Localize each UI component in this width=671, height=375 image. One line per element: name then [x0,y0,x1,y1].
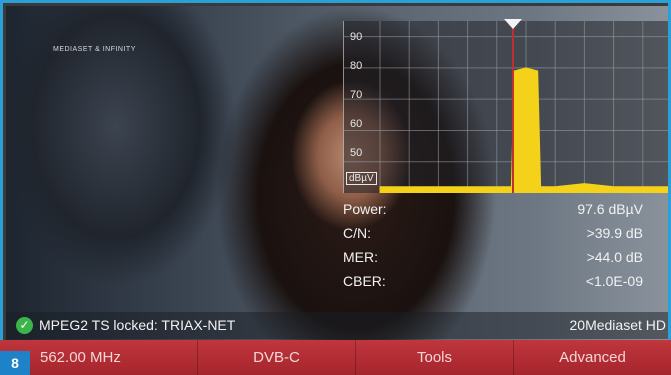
channel-watermark: MEDIASET & INFINITY [53,46,136,53]
mer-label: MER: [343,249,378,265]
cber-value: <1.0E-09 [585,273,643,289]
y-tick-label: 50 [350,147,363,159]
cn-value: >39.9 dB [586,225,643,241]
spectrum-panel: 90 80 70 60 50 dBµV [343,19,668,193]
frequency-marker-icon[interactable] [504,19,522,29]
cn-label: C/N: [343,225,371,241]
advanced-softkey[interactable]: Advanced [514,340,671,375]
power-label: Power: [343,201,387,217]
cn-reading: C/N: >39.9 dB [343,225,643,245]
check-icon: ✓ [16,317,33,334]
spectrum-chart [344,21,668,193]
y-tick-label: 90 [350,31,363,43]
cber-label: CBER: [343,273,386,289]
y-tick-label: 80 [350,60,363,72]
power-value: 97.6 dBµV [577,201,643,217]
tools-softkey[interactable]: Tools [356,340,514,375]
mer-reading: MER: >44.0 dB [343,249,643,269]
mer-value: >44.0 dB [586,249,643,265]
unit-label: dBµV [346,172,377,185]
power-reading: Power: 97.6 dBµV [343,201,643,221]
softkey-bar: 562.00 MHz DVB-C Tools Advanced [0,340,671,375]
y-tick-label: 60 [350,118,363,130]
lock-status-bar: ✓ MPEG2 TS locked: TRIAX-NET 20Mediaset … [6,312,668,339]
screen-frame: MEDIASET & INFINITY 90 80 70 60 50 dBµV … [0,0,671,375]
frequency-marker-line[interactable] [512,21,514,193]
y-tick-label: 70 [350,89,363,101]
service-name: 20Mediaset HD [569,317,667,333]
figure-number-badge: 8 [0,351,30,375]
cber-reading: CBER: <1.0E-09 [343,273,643,293]
lock-status-text: MPEG2 TS locked: TRIAX-NET [39,317,236,333]
standard-softkey[interactable]: DVB-C [198,340,356,375]
